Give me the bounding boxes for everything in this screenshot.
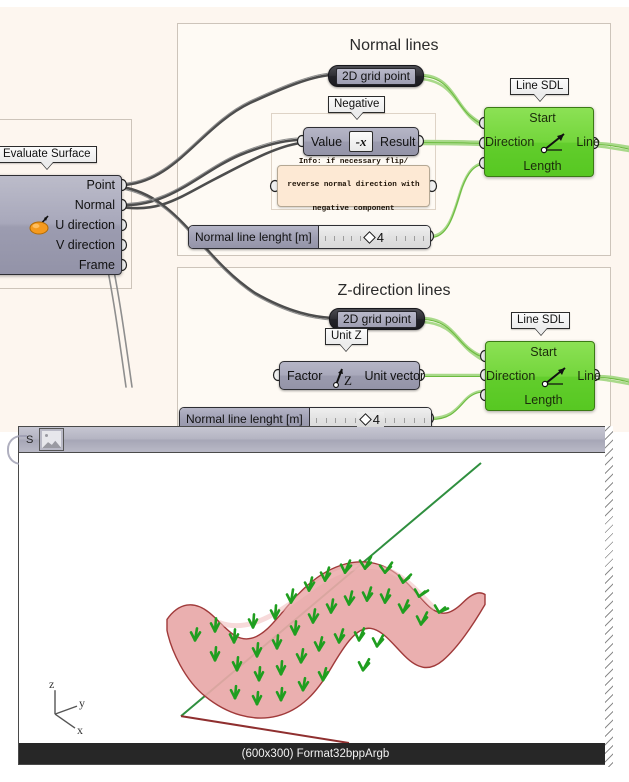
line-sdl-normal-output-line[interactable]: Line bbox=[576, 135, 600, 149]
line-sdl-component-z[interactable]: Start Direction Line Length bbox=[485, 341, 601, 411]
negative-operator-glyph: -x bbox=[349, 131, 374, 152]
line-sdl-z-output-line[interactable]: Line bbox=[577, 369, 601, 383]
viewport-window[interactable]: S z y x (600x300) Format32bppArgb bbox=[7, 426, 613, 767]
unit-z-tag: Unit Z bbox=[325, 328, 368, 345]
evaluate-surface-output-normal[interactable]: Normal bbox=[75, 198, 115, 212]
screenshot-root: Normal lines Z-direction lines Evaluate … bbox=[0, 0, 629, 782]
evaluate-surface-output-v-direction[interactable]: V direction bbox=[56, 238, 115, 252]
param-2d-grid-point-normal-label: 2D grid point bbox=[335, 67, 417, 85]
slider-z-value-group[interactable]: 4 bbox=[356, 411, 384, 427]
group-title-normal-lines: Normal lines bbox=[349, 37, 439, 54]
axis-label-x: x bbox=[77, 723, 83, 737]
line-sdl-z-input-start[interactable]: Start bbox=[486, 345, 601, 359]
viewport-title-letter: S bbox=[26, 433, 34, 446]
negative-tag: Negative bbox=[328, 96, 386, 113]
info-panel[interactable]: Info: if necessary flip/ reverse normal … bbox=[277, 158, 430, 213]
unit-z-icon: Z bbox=[329, 364, 357, 388]
axis-label-z: z bbox=[49, 677, 54, 691]
viewport-svg: z y x bbox=[49, 462, 486, 743]
slider-normal-line-length-track[interactable]: 4 bbox=[318, 226, 430, 248]
axis-gizmo bbox=[54, 690, 78, 729]
axis-label-y: y bbox=[79, 696, 85, 710]
param-2d-grid-point-z[interactable]: 2D grid point bbox=[329, 308, 425, 330]
viewport-status-bar: (600x300) Format32bppArgb bbox=[19, 743, 612, 764]
negative-component[interactable]: Value -x Result bbox=[303, 127, 419, 156]
negative-operator-icon: -x bbox=[349, 131, 374, 152]
negative-input-value[interactable]: Value bbox=[304, 135, 349, 149]
group-title-z-direction-lines: Z-direction lines bbox=[337, 282, 451, 299]
line-sdl-normal-grid: Start Direction Line Length bbox=[485, 108, 600, 176]
slider-z-value: 4 bbox=[372, 411, 380, 427]
negative-output-result[interactable]: Result bbox=[373, 135, 422, 149]
slider-normal-line-length[interactable]: Normal line lenght [m] 4 bbox=[188, 225, 431, 249]
param-2d-grid-point-z-label: 2D grid point bbox=[336, 310, 418, 328]
axis-line-red bbox=[180, 715, 350, 743]
evaluate-surface-output-u-direction[interactable]: U direction bbox=[55, 218, 115, 232]
line-sdl-tag-normal: Line SDL bbox=[510, 78, 570, 95]
line-sdl-z-grid: Start Direction Line Length bbox=[486, 342, 601, 410]
info-panel-line-3: negative component bbox=[312, 204, 395, 213]
canvas-top-strip bbox=[0, 0, 629, 7]
unit-z-component[interactable]: Factor Z Unit vector bbox=[279, 361, 424, 390]
line-sdl-z-input-length[interactable]: Length bbox=[486, 393, 601, 407]
evaluate-surface-component[interactable]: Surface Point Point Normal U direction V… bbox=[0, 175, 122, 275]
line-sdl-icon-z bbox=[535, 364, 577, 388]
unit-z-input-factor[interactable]: Factor bbox=[280, 369, 329, 383]
info-panel-line-2: reverse normal direction with bbox=[287, 181, 420, 190]
line-sdl-tag-z: Line SDL bbox=[511, 312, 571, 329]
slider-normal-value-group[interactable]: 4 bbox=[360, 229, 388, 245]
line-sdl-component-normal[interactable]: Start Direction Line Length bbox=[484, 107, 600, 177]
evaluate-surface-output-point[interactable]: Point bbox=[87, 178, 116, 192]
svg-text:Z: Z bbox=[344, 373, 352, 388]
surface-shape bbox=[166, 561, 486, 719]
slider-normal-line-length-name: Normal line lenght [m] bbox=[189, 226, 319, 248]
evaluate-surface-output-frame[interactable]: Frame bbox=[79, 258, 115, 272]
line-sdl-z-input-direction[interactable]: Direction bbox=[486, 369, 535, 383]
line-sdl-normal-input-direction[interactable]: Direction bbox=[485, 135, 534, 149]
param-2d-grid-point-normal[interactable]: 2D grid point bbox=[328, 65, 424, 87]
slider-normal-value: 4 bbox=[376, 229, 384, 245]
surface-evaluate-icon bbox=[28, 214, 54, 241]
evaluate-surface-tag: Evaluate Surface bbox=[0, 146, 97, 163]
viewport-3d-scene[interactable]: z y x bbox=[19, 453, 612, 743]
grasshopper-canvas[interactable]: Normal lines Z-direction lines Evaluate … bbox=[0, 7, 629, 432]
line-sdl-icon-normal bbox=[534, 130, 576, 154]
viewport-title-bar[interactable]: S bbox=[19, 427, 612, 453]
line-sdl-normal-input-length[interactable]: Length bbox=[485, 159, 600, 173]
line-sdl-normal-input-start[interactable]: Start bbox=[485, 111, 600, 125]
slider-z-grip-icon[interactable] bbox=[358, 412, 372, 426]
unit-z-output-unit-vector[interactable]: Unit vector bbox=[357, 369, 431, 383]
info-panel-line-1: Info: if necessary flip/ bbox=[298, 157, 409, 166]
slider-normal-grip-icon[interactable] bbox=[362, 230, 376, 244]
info-panel-text: Info: if necessary flip/ reverse normal … bbox=[287, 157, 419, 216]
picture-icon[interactable] bbox=[39, 428, 65, 451]
